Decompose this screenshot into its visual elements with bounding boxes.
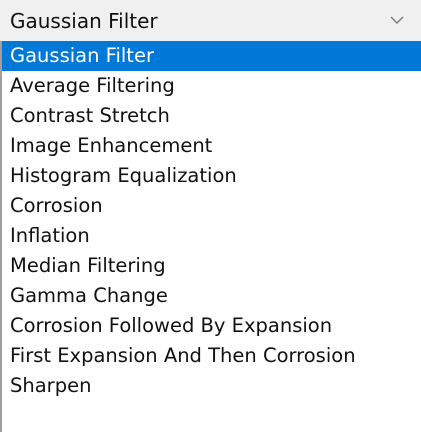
list-item[interactable]: Gamma Change [2,281,421,311]
list-item[interactable]: Sharpen [2,371,421,401]
filter-dropdown: Gaussian Filter Gaussian Filter Average … [0,0,421,432]
list-item[interactable]: Contrast Stretch [2,101,421,131]
list-item[interactable]: Histogram Equalization [2,161,421,191]
list-item[interactable]: Inflation [2,221,421,251]
list-item[interactable]: Corrosion Followed By Expansion [2,311,421,341]
filter-options-list: Gaussian Filter Average Filtering Contra… [0,41,421,432]
list-item-selected[interactable]: Gaussian Filter [2,41,421,71]
list-item[interactable]: First Expansion And Then Corrosion [2,341,421,371]
list-item[interactable]: Average Filtering [2,71,421,101]
chevron-down-icon[interactable] [388,11,406,29]
combobox-selected-value: Gaussian Filter [10,9,158,33]
list-item[interactable]: Image Enhancement [2,131,421,161]
filter-combobox[interactable]: Gaussian Filter [0,0,421,41]
list-item[interactable]: Corrosion [2,191,421,221]
list-item[interactable]: Median Filtering [2,251,421,281]
